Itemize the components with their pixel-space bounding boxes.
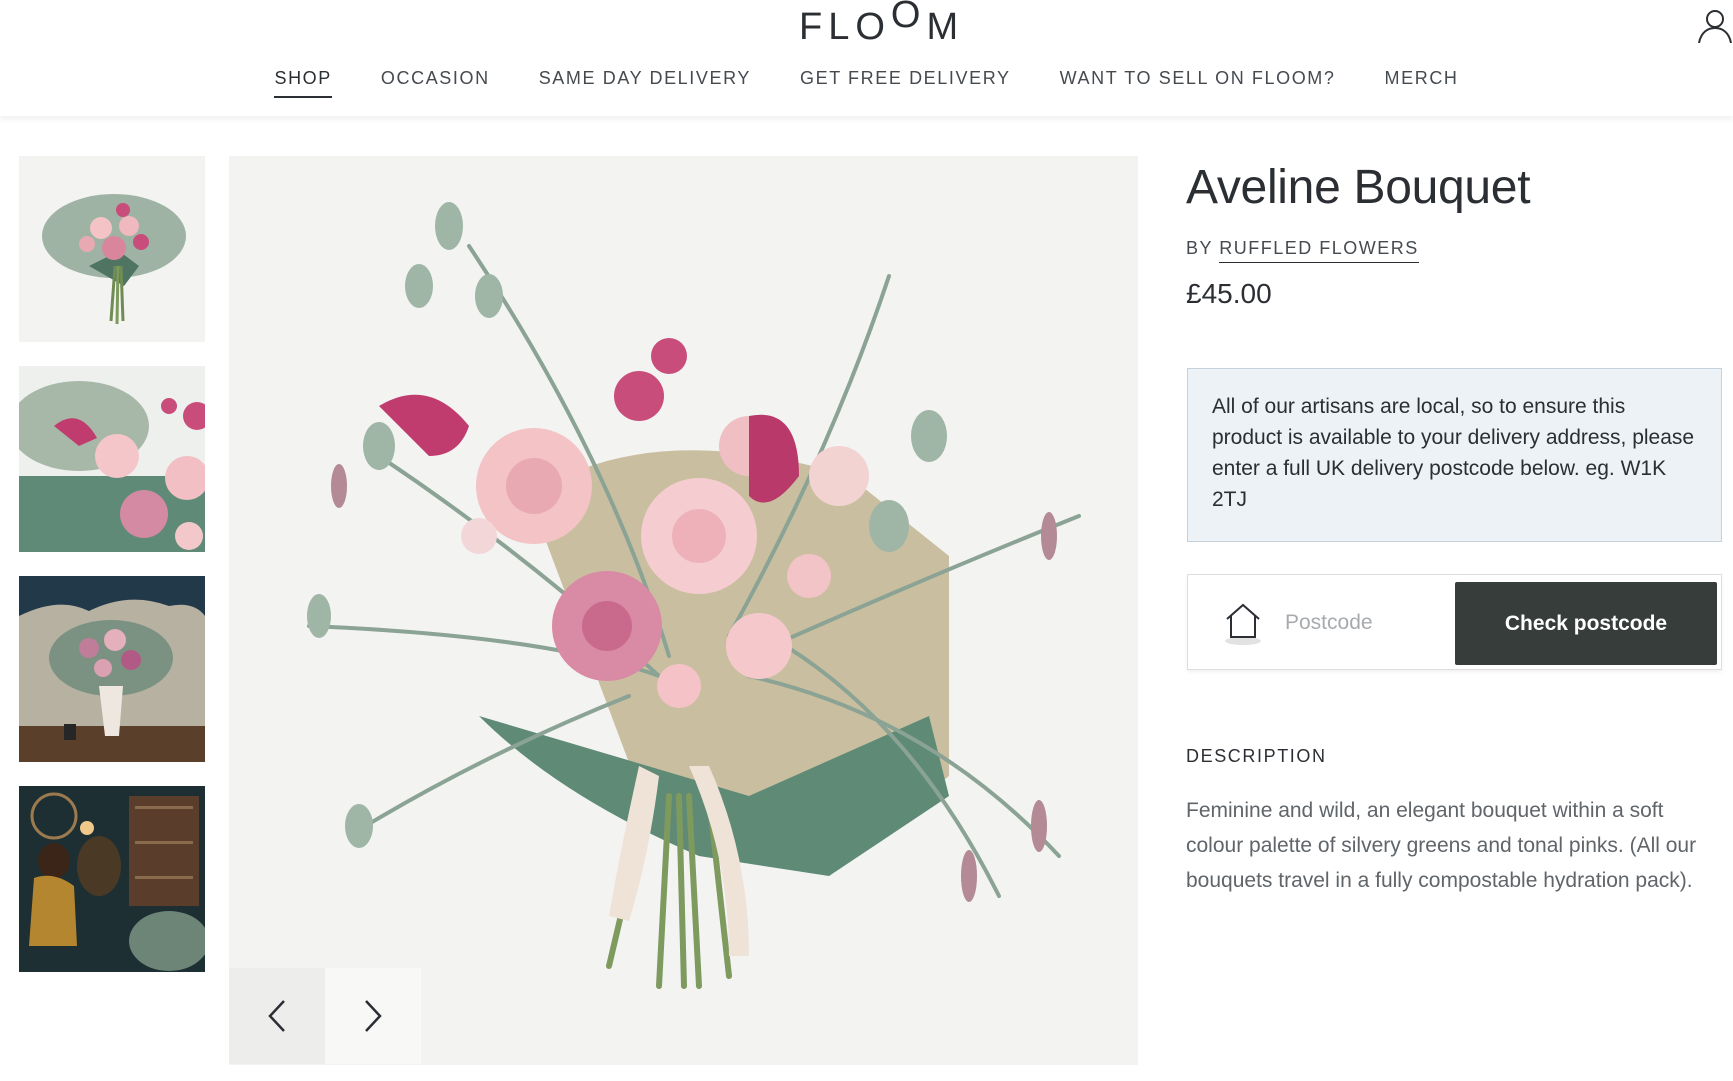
chevron-right-icon xyxy=(365,1000,382,1032)
nav-merch[interactable]: MERCH xyxy=(1385,68,1459,98)
check-postcode-button[interactable]: Check postcode xyxy=(1455,582,1717,665)
nav-shop[interactable]: SHOP xyxy=(274,68,332,98)
nav-get-free-delivery[interactable]: GET FREE DELIVERY xyxy=(800,68,1011,98)
seller-line: BY RUFFLED FLOWERS xyxy=(1186,238,1419,263)
prev-image-button[interactable] xyxy=(229,968,325,1064)
next-image-button[interactable] xyxy=(325,968,421,1064)
thumbnail-4[interactable] xyxy=(19,786,205,972)
by-prefix: BY xyxy=(1186,238,1213,258)
delivery-notice: All of our artisans are local, so to ens… xyxy=(1187,368,1722,542)
home-icon xyxy=(1223,601,1263,645)
site-header: FLOOM SHOP OCCASION SAME DAY DELIVERY GE… xyxy=(0,0,1733,116)
seller-link[interactable]: RUFFLED FLOWERS xyxy=(1219,238,1419,263)
chevron-left-icon xyxy=(268,1000,285,1032)
floom-logo[interactable]: FLOOM xyxy=(799,0,964,49)
description-heading: DESCRIPTION xyxy=(1186,746,1327,766)
nav-want-to-sell[interactable]: WANT TO SELL ON FLOOM? xyxy=(1060,68,1336,98)
thumbnail-1[interactable] xyxy=(19,156,205,342)
thumbnail-2[interactable] xyxy=(19,366,205,552)
postcode-input[interactable] xyxy=(1283,601,1437,645)
nav-occasion[interactable]: OCCASION xyxy=(381,68,490,98)
user-icon[interactable] xyxy=(1696,8,1733,44)
thumbnail-3[interactable] xyxy=(19,576,205,762)
main-product-image xyxy=(229,156,1138,1065)
product-title: Aveline Bouquet xyxy=(1186,161,1531,214)
nav-same-day-delivery[interactable]: SAME DAY DELIVERY xyxy=(539,68,751,98)
description-text: Feminine and wild, an elegant bouquet wi… xyxy=(1186,799,1697,892)
main-nav: SHOP OCCASION SAME DAY DELIVERY GET FREE… xyxy=(0,68,1733,98)
product-price: £45.00 xyxy=(1186,278,1272,309)
postcode-checker: Check postcode xyxy=(1187,574,1722,670)
